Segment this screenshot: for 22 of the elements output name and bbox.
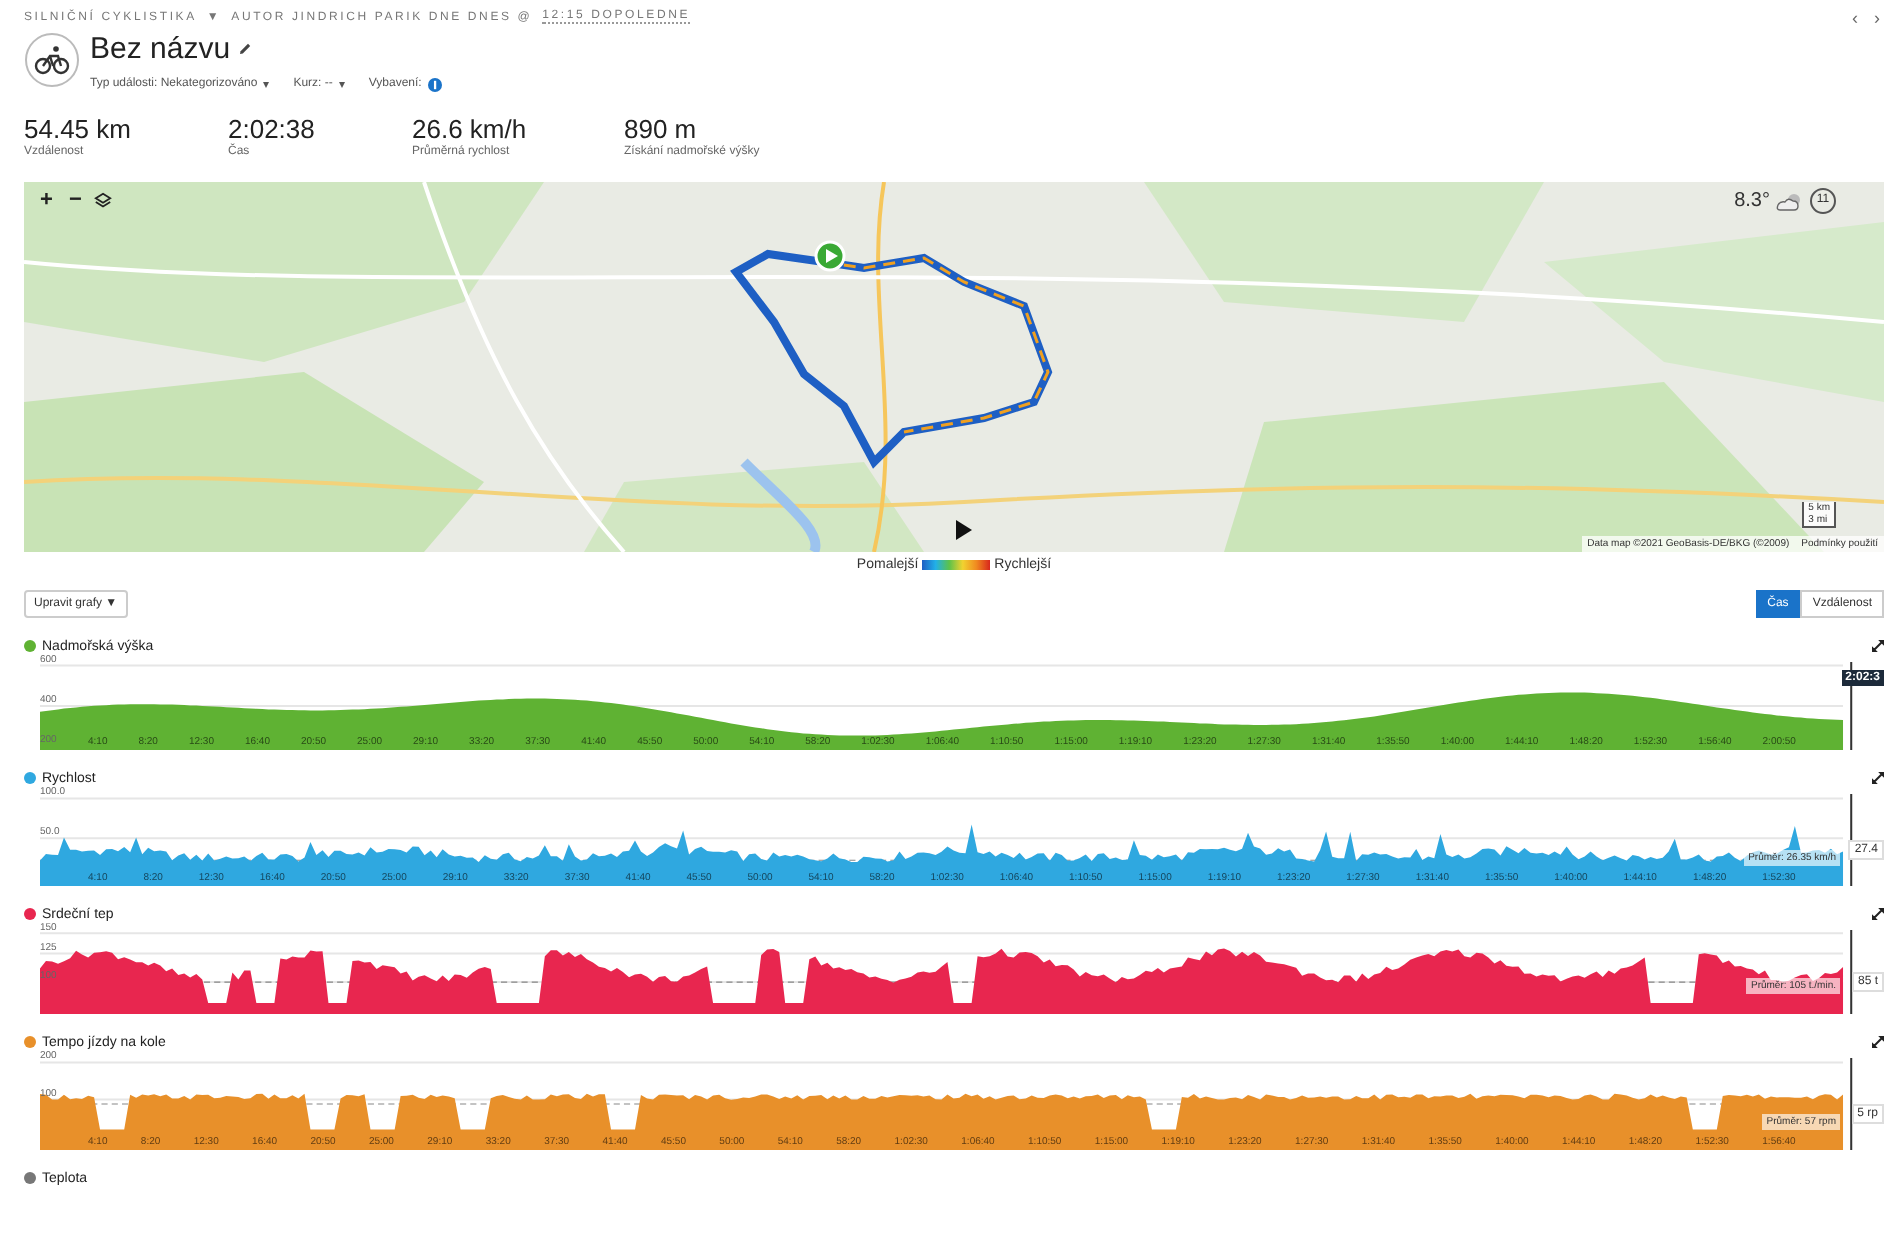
stat-value: 890 m bbox=[624, 114, 697, 144]
activity-title: Bez názvu bbox=[90, 32, 231, 66]
info-icon[interactable] bbox=[427, 77, 442, 91]
start-marker-icon[interactable] bbox=[814, 240, 846, 272]
next-button[interactable]: › bbox=[1874, 8, 1880, 28]
expand-icon[interactable] bbox=[1872, 772, 1884, 784]
zoom-out-button[interactable]: − bbox=[64, 190, 86, 212]
stat-value: 26.6 km/h bbox=[412, 114, 527, 144]
previous-button[interactable]: ‹ bbox=[1852, 8, 1858, 28]
temperature: 8.3° bbox=[1734, 190, 1770, 212]
expand-icon[interactable] bbox=[1872, 908, 1884, 920]
layers-icon[interactable] bbox=[93, 192, 112, 210]
pencil-icon[interactable] bbox=[238, 42, 253, 56]
stat-value: 2:02:38 bbox=[228, 114, 315, 144]
play-icon[interactable] bbox=[956, 520, 972, 540]
speed-gradient-bar bbox=[922, 560, 991, 570]
expand-icon[interactable] bbox=[1872, 640, 1884, 652]
stat-value: 54.45 km bbox=[24, 114, 131, 144]
zoom-in-button[interactable]: + bbox=[36, 190, 57, 212]
expand-icon[interactable] bbox=[1872, 1036, 1884, 1048]
cycling-icon bbox=[24, 32, 80, 88]
cloud-sun-icon bbox=[1776, 191, 1804, 211]
